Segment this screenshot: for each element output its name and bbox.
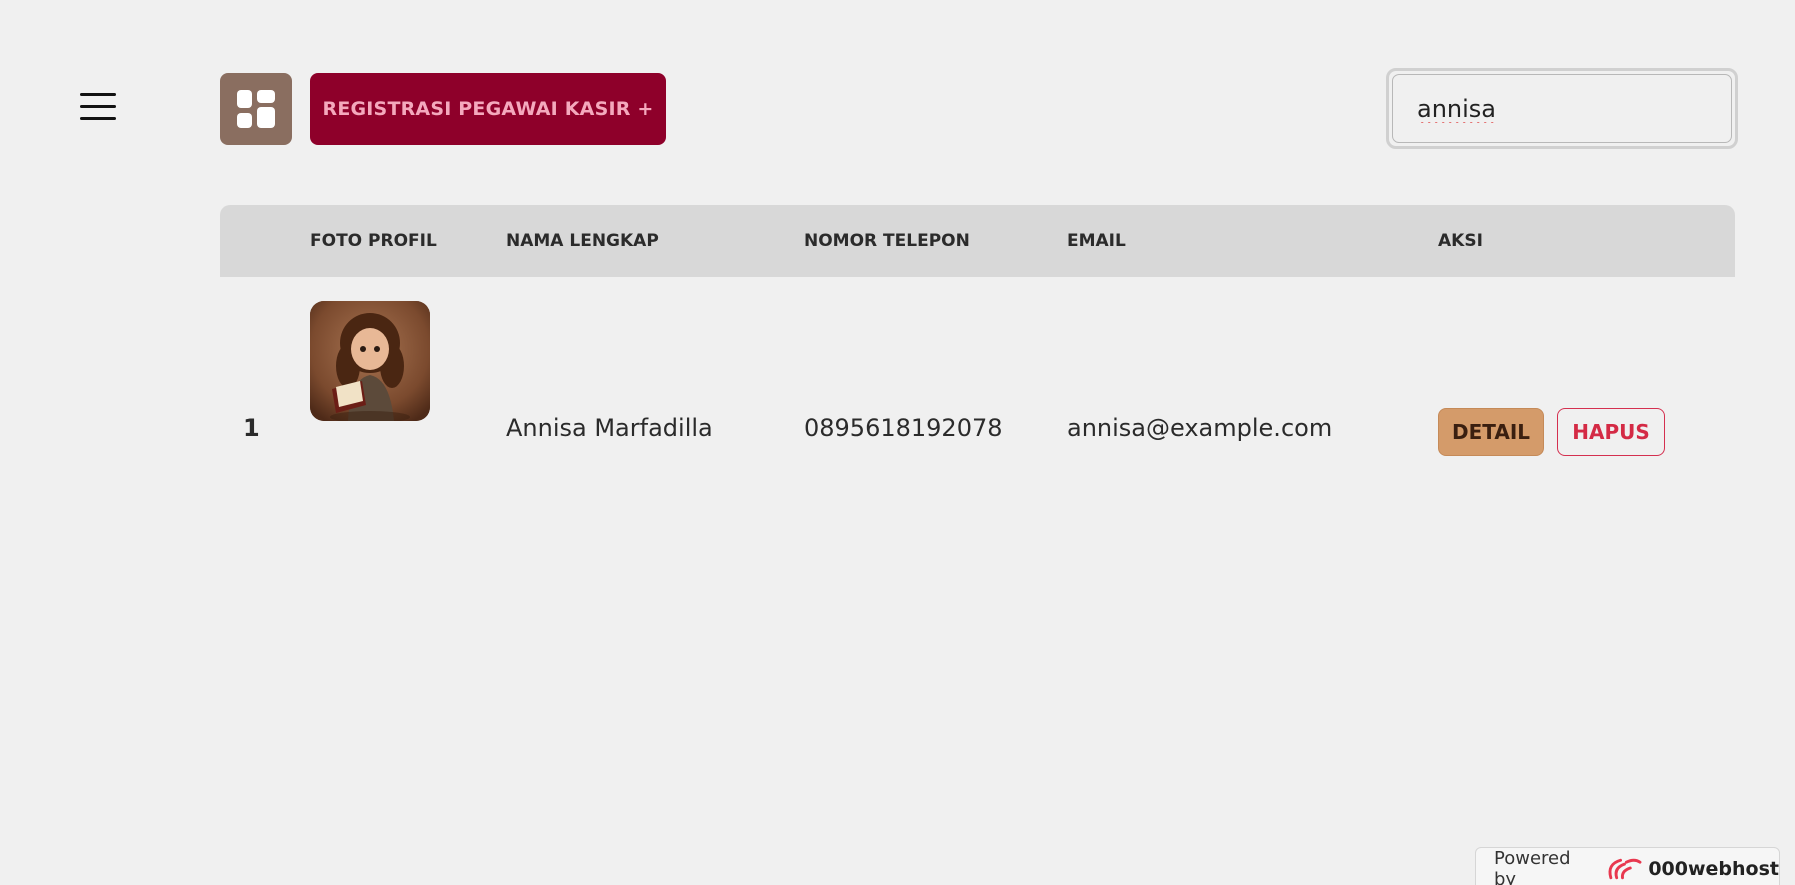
profile-photo <box>310 301 430 421</box>
employee-name: Annisa Marfadilla <box>506 414 713 442</box>
page: REGISTRASI PEGAWAI KASIR + FOTO PROFIL N… <box>0 0 1795 885</box>
menu-bar <box>80 105 116 108</box>
delete-button[interactable]: HAPUS <box>1557 408 1665 456</box>
column-header-photo: FOTO PROFIL <box>310 231 437 251</box>
dashboard-grid-icon <box>237 90 275 128</box>
powered-by-badge[interactable]: Powered by 000webhost <box>1475 847 1780 885</box>
powered-by-brand: 000webhost <box>1648 858 1779 880</box>
column-header-name: NAMA LENGKAP <box>506 231 659 251</box>
employee-phone: 0895618192078 <box>804 414 1003 442</box>
employee-email: annisa@example.com <box>1067 414 1333 442</box>
table-row: 1 Annisa Marfadilla 0895618192078 annisa… <box>220 277 1735 456</box>
000webhost-logo-icon <box>1608 858 1642 880</box>
column-header-email: EMAIL <box>1067 231 1126 251</box>
column-header-action: AKSI <box>1438 231 1483 251</box>
search-box <box>1386 68 1738 149</box>
menu-bar <box>80 93 116 96</box>
table-header: FOTO PROFIL NAMA LENGKAP NOMOR TELEPON E… <box>220 205 1735 277</box>
detail-button-label: DETAIL <box>1451 420 1531 444</box>
delete-button-label: HAPUS <box>1572 420 1650 444</box>
menu-bar <box>80 117 116 120</box>
row-number: 1 <box>243 414 260 442</box>
column-header-phone: NOMOR TELEPON <box>804 231 970 251</box>
dashboard-button[interactable] <box>220 73 292 145</box>
register-cashier-button[interactable]: REGISTRASI PEGAWAI KASIR + <box>310 73 666 145</box>
powered-by-label: Powered by <box>1494 848 1571 885</box>
register-cashier-label: REGISTRASI PEGAWAI KASIR + <box>322 98 654 120</box>
employee-table: FOTO PROFIL NAMA LENGKAP NOMOR TELEPON E… <box>220 205 1735 456</box>
detail-button[interactable]: DETAIL <box>1438 408 1544 456</box>
search-input[interactable] <box>1392 74 1732 143</box>
profile-photo-image <box>310 301 430 421</box>
hamburger-menu-icon[interactable] <box>80 93 120 123</box>
